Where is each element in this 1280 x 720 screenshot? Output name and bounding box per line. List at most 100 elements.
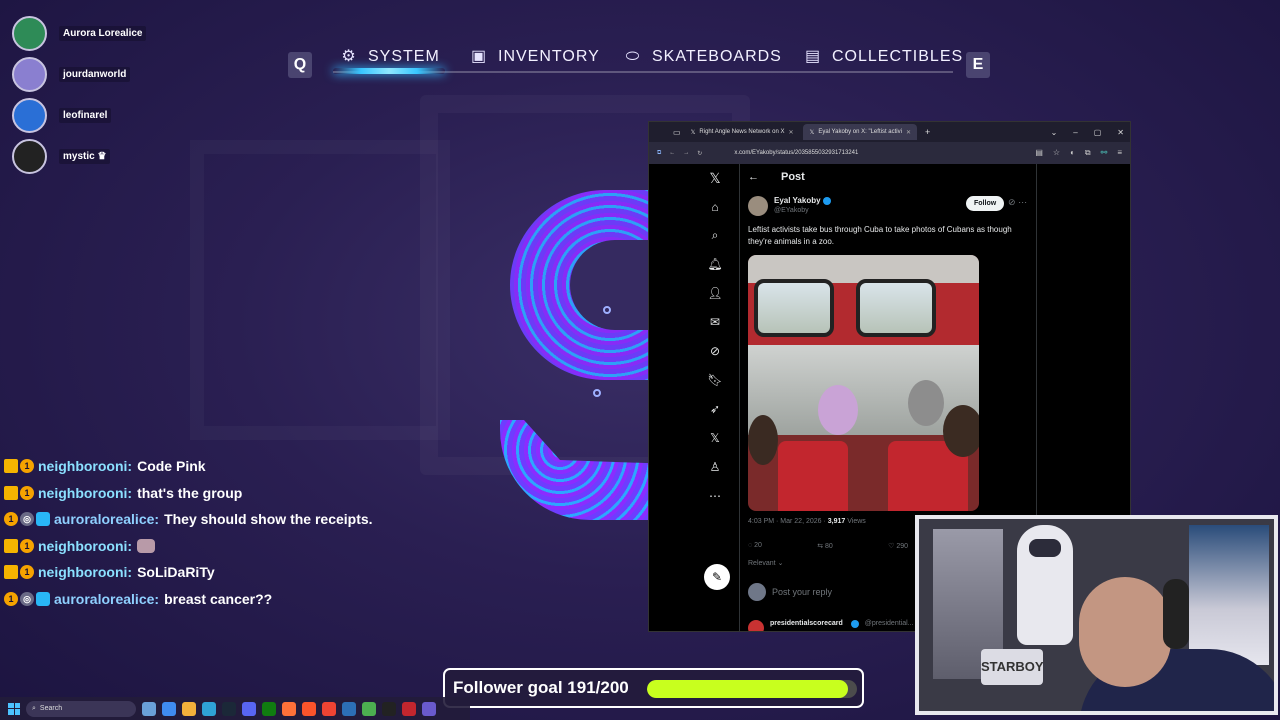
browser-tab[interactable]: 𝕏 Right Angle News Network on X ✕ <box>685 124 800 140</box>
post-meta: 4:03 PM · Mar 22, 2026 · 3,917 Views <box>748 518 866 525</box>
avatar[interactable] <box>748 620 764 631</box>
menu-item-label: SKATEBOARDS <box>652 48 782 65</box>
bookmark-star-icon[interactable]: ☆ <box>1053 148 1060 158</box>
close-icon[interactable]: ✕ <box>1117 128 1124 137</box>
reply-button[interactable]: ◌ 20 <box>748 542 762 550</box>
add-user-icon[interactable]: 👤︎ <box>706 286 724 300</box>
ring-badge-icon: ◎ <box>20 591 34 606</box>
chat-message: 1 neighborooni: Code Pink <box>4 453 373 480</box>
reader-icon[interactable]: ▤ <box>1035 148 1043 158</box>
back-icon[interactable]: ← <box>669 150 675 156</box>
copilot-icon[interactable] <box>162 701 176 716</box>
extension-icon[interactable]: ◐ <box>1070 148 1075 158</box>
grok-icon[interactable]: ⊘ <box>1008 197 1016 207</box>
crown-icon <box>4 538 18 553</box>
menu-item-system[interactable]: ⚙ SYSTEM <box>340 48 440 66</box>
repost-button[interactable]: ⇆ 80 <box>817 542 833 550</box>
app-icon[interactable] <box>402 701 416 716</box>
webcam-streamer-head <box>1079 577 1171 687</box>
menu-right-key[interactable]: E <box>966 52 990 78</box>
more-icon[interactable]: ⋯ <box>706 489 724 503</box>
chat-username: auroralorealice: <box>54 511 160 528</box>
maximize-icon[interactable]: ▢ <box>1094 128 1102 137</box>
chat-text: Code Pink <box>137 458 206 475</box>
window-controls: ⌄ – ▢ ✕ <box>1051 122 1124 142</box>
compose-post-button[interactable]: ✎ <box>704 564 730 590</box>
brave-icon[interactable] <box>302 701 316 716</box>
browser-tab-active[interactable]: 𝕏 Eyal Yakoby on X: "Leftist activi ✕ <box>803 124 917 140</box>
mail-icon[interactable]: ✉ <box>706 315 724 329</box>
sort-replies-dropdown[interactable]: Relevant ⌄ <box>748 559 783 567</box>
task-view-icon[interactable] <box>142 701 156 716</box>
bell-icon[interactable]: 🔔︎ <box>706 257 724 271</box>
search-icon[interactable]: ⌕ <box>706 228 724 243</box>
more-icon[interactable]: ⋯ <box>1018 197 1027 207</box>
views-count: 3,917 <box>827 518 846 525</box>
reply-input[interactable]: Post your reply <box>772 587 832 597</box>
close-icon[interactable]: ✕ <box>906 129 911 136</box>
app-icon[interactable] <box>342 701 356 716</box>
app-icon[interactable] <box>362 701 376 716</box>
menu-item-inventory[interactable]: ▣ INVENTORY <box>470 48 600 66</box>
x-logo-icon[interactable]: 𝕏 <box>706 170 724 187</box>
follow-button[interactable]: Follow <box>966 196 1005 211</box>
windows-start-icon[interactable] <box>8 702 20 715</box>
crown-icon <box>4 485 18 500</box>
viewer-item: mystic ♛ <box>12 136 146 177</box>
url-field[interactable]: x.com/EYakoby/status/2035855032931713241 <box>734 150 858 156</box>
menu-icon[interactable]: ≡ <box>1117 148 1122 158</box>
xbox-icon[interactable] <box>262 701 276 716</box>
cat-emote-icon <box>137 538 156 553</box>
back-arrow-icon[interactable]: ← <box>748 171 759 183</box>
post-image[interactable] <box>748 255 979 511</box>
post-author[interactable]: Eyal Yakoby @EYakoby <box>748 196 831 216</box>
verified-icon <box>822 196 831 205</box>
bus-window <box>754 279 834 337</box>
menu-item-collectibles[interactable]: ▤ COLLECTIBLES <box>804 48 963 66</box>
bookmark-icon[interactable]: 🔖︎ <box>706 373 724 387</box>
app-icon[interactable] <box>322 701 336 716</box>
reply-item[interactable]: presidentialscorecard @presidential... <box>748 620 914 631</box>
firefox-icon[interactable] <box>282 701 296 716</box>
menu-item-skateboards[interactable]: ⬭ SKATEBOARDS <box>624 48 782 66</box>
minimize-icon[interactable]: – <box>1073 128 1077 137</box>
app-icon[interactable] <box>422 701 436 716</box>
sidebar-toggle-icon[interactable]: ⧉ <box>657 150 661 157</box>
chevron-down-icon[interactable]: ⌄ <box>1051 128 1058 137</box>
menu-item-label: SYSTEM <box>368 48 440 65</box>
viewer-list: Aurora Lorealice jourdanworld leofinarel… <box>12 13 147 177</box>
file-explorer-icon[interactable] <box>182 701 196 716</box>
close-icon[interactable]: ✕ <box>788 129 793 136</box>
x-premium-icon[interactable]: 𝕏 <box>706 431 724 445</box>
puzzle-icon[interactable]: ⧉ <box>1085 148 1091 158</box>
taskbar-search-placeholder: Search <box>39 705 63 712</box>
terminal-icon[interactable] <box>382 701 396 716</box>
tab-overview-icon[interactable]: ▭ <box>673 128 681 137</box>
forward-icon[interactable]: → <box>683 150 689 156</box>
verified-icon <box>850 620 859 628</box>
cube-badge-icon <box>36 591 50 606</box>
edge-icon[interactable] <box>202 701 216 716</box>
profile-icon[interactable]: ♙ <box>706 460 724 474</box>
sub-badge-icon: 1 <box>20 485 34 500</box>
grok-icon[interactable]: ⊘ <box>706 344 724 358</box>
x-logo-icon: 𝕏 <box>809 129 815 136</box>
search-icon: ⌕ <box>32 704 36 712</box>
chat-message: 1 neighborooni: that's the group <box>4 480 373 507</box>
rocket-icon[interactable]: ➶ <box>706 402 724 416</box>
webcam-feed: STARBOY <box>915 515 1278 715</box>
taskbar-search[interactable]: ⌕ Search <box>26 700 136 717</box>
extension-icon[interactable]: ⚯ <box>1101 148 1108 158</box>
menu-left-key[interactable]: Q <box>288 52 312 78</box>
home-icon[interactable]: ⌂ <box>706 200 724 214</box>
discord-icon[interactable] <box>242 701 256 716</box>
reload-icon[interactable]: ↻ <box>697 150 702 157</box>
reply-composer[interactable]: Post your reply <box>748 583 832 601</box>
new-tab-icon[interactable]: + <box>925 127 930 137</box>
avatar[interactable] <box>748 196 768 216</box>
repost-count: 80 <box>825 543 833 550</box>
like-button[interactable]: ♡ 290 <box>888 542 908 550</box>
ring-badge-icon: ◎ <box>20 512 34 527</box>
x-logo-icon: 𝕏 <box>690 129 696 136</box>
steam-icon[interactable] <box>222 701 236 716</box>
